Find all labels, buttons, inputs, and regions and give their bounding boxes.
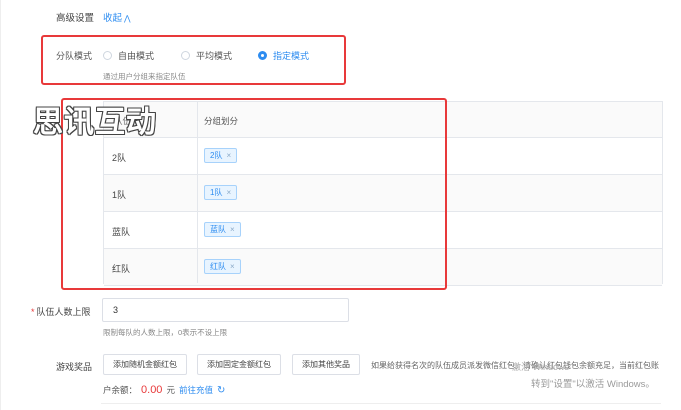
refresh-icon[interactable]: ↻ <box>217 385 225 396</box>
balance-unit: 元 <box>166 385 175 395</box>
balance-row: 户余额： 0.00 元 前往充值 ↻ <box>103 384 225 396</box>
mode-help-text: 通过用户分组来指定队伍 <box>103 72 186 81</box>
required-mark: * <box>31 307 35 317</box>
left-divider <box>0 0 1 410</box>
team-limit-input[interactable] <box>102 298 349 322</box>
add-random-redpacket-button[interactable]: 添加随机金额红包 <box>103 354 187 375</box>
radio-assigned-mode[interactable]: 指定模式 <box>258 49 309 62</box>
radio-circle-icon <box>181 51 190 60</box>
radio-checked-icon <box>258 51 267 60</box>
windows-activation-title: 激活 Windows <box>512 362 570 372</box>
collapse-toggle[interactable]: 收起 ⋀ <box>103 10 131 24</box>
recharge-link[interactable]: 前往充值 <box>179 384 213 396</box>
radio-free-mode[interactable]: 自由模式 <box>103 49 154 62</box>
mode-label: 分队模式 <box>56 51 93 61</box>
chevron-up-icon: ⋀ <box>124 14 131 23</box>
prizes-label: 游戏奖品 <box>56 362 93 372</box>
collapse-toggle-label: 收起 <box>103 13 123 24</box>
radio-label: 自由模式 <box>118 51 155 61</box>
add-fixed-redpacket-button[interactable]: 添加固定金额红包 <box>197 354 281 375</box>
balance-label: 户余额： <box>103 385 138 395</box>
balance-amount: 0.00 <box>141 384 163 396</box>
radio-average-mode[interactable]: 平均模式 <box>181 49 232 62</box>
radio-label: 指定模式 <box>273 51 310 61</box>
radio-label: 平均模式 <box>196 51 233 61</box>
team-limit-label: * 队伍人数上限 <box>31 305 91 318</box>
radio-circle-icon <box>103 51 112 60</box>
watermark-logo: 思讯互动 <box>33 106 157 139</box>
team-limit-help: 限制每队的人数上限，0表示不设上限 <box>103 328 228 337</box>
windows-activation-hint: 转到"设置"以激活 Windows。 <box>531 379 655 390</box>
add-other-prize-button[interactable]: 添加其他奖品 <box>292 354 360 375</box>
advanced-settings-label: 高级设置 <box>56 13 95 24</box>
bottom-divider <box>101 403 661 404</box>
team-limit-label-text: 队伍人数上限 <box>36 307 91 317</box>
